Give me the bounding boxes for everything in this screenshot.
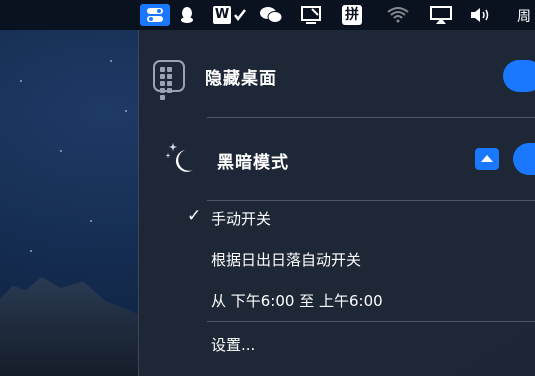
triangle-up-icon xyxy=(481,155,493,162)
pinyin-input-icon[interactable]: 拼 xyxy=(340,4,364,26)
divider xyxy=(207,117,535,118)
toggle-switch-icon[interactable] xyxy=(140,4,170,26)
dropdown-panel: 隐藏桌面 黑暗模式 ✓ 手动开关 根据日出日落自动开关 从 下午6:00 至 上… xyxy=(138,30,535,376)
hide-desktop-row[interactable]: 隐藏桌面 xyxy=(139,56,535,100)
hide-desktop-label: 隐藏桌面 xyxy=(205,69,277,89)
dark-mode-label: 黑暗模式 xyxy=(217,153,289,173)
dark-mode-toggle[interactable] xyxy=(513,143,535,175)
collapse-arrow-button[interactable] xyxy=(475,148,499,170)
moon-stars-icon xyxy=(165,140,197,176)
settings-option[interactable]: 设置... xyxy=(211,334,255,355)
airplay-icon[interactable] xyxy=(427,4,455,26)
screen-note-icon[interactable] xyxy=(298,4,324,26)
schedule-option[interactable]: 从 下午6:00 至 上午6:00 xyxy=(211,290,383,311)
hide-desktop-toggle[interactable] xyxy=(503,60,535,92)
manual-toggle-option[interactable]: 手动开关 xyxy=(211,208,271,229)
dark-mode-row[interactable]: 黑暗模式 xyxy=(139,140,535,180)
checkmark-icon: ✓ xyxy=(187,206,202,226)
auto-sunrise-sunset-option[interactable]: 根据日出日落自动开关 xyxy=(211,249,361,270)
wechat-icon[interactable] xyxy=(257,4,285,26)
wps-logo-icon: W xyxy=(213,6,231,24)
qq-penguin-icon[interactable] xyxy=(176,4,198,26)
check-icon xyxy=(234,9,246,22)
menu-bar: W 拼 周 xyxy=(0,0,535,30)
mountain-silhouette xyxy=(0,277,160,376)
divider xyxy=(207,200,535,201)
clock-text[interactable]: 周 xyxy=(517,6,531,26)
grid-icon xyxy=(153,60,185,100)
wps-icon[interactable]: W xyxy=(209,4,251,26)
divider xyxy=(207,321,535,322)
volume-icon[interactable] xyxy=(468,4,494,26)
wifi-icon[interactable] xyxy=(384,4,412,26)
